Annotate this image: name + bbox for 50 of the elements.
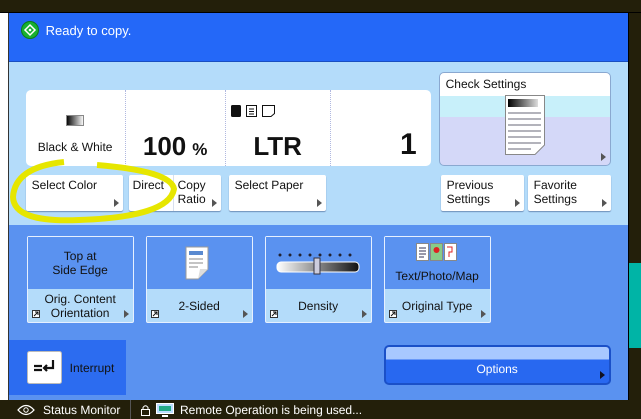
arrow-icon [602, 199, 607, 207]
options-button[interactable]: Options [384, 345, 611, 385]
lock-icon [141, 404, 150, 416]
copies-count: 1 [400, 128, 417, 162]
shortcut-settings-button[interactable]: Favorite Settings [528, 175, 611, 211]
arrow-icon [362, 310, 367, 318]
arrow-icon [212, 199, 217, 207]
status-monitor-button[interactable]: Status Monitor [8, 400, 131, 419]
arrow-icon [316, 199, 322, 207]
shortcut-icon [388, 310, 397, 318]
shortcut-icon [150, 310, 159, 318]
arrow-icon [114, 199, 119, 207]
interrupt-button[interactable]: Interrupt [8, 340, 126, 395]
status-bar-message: Remote Operation is being used... [180, 402, 362, 416]
shortcut-icon [32, 310, 40, 318]
arrow-icon [480, 310, 486, 318]
shortcut-settings-button[interactable]: Previous Settings [440, 175, 524, 211]
tile-value: Top at Side Edge [51, 249, 109, 277]
document-preview-icon [504, 95, 545, 155]
monitor-icon [156, 402, 174, 416]
function-tile[interactable]: Text/Photo/Map Original Type [384, 236, 491, 323]
tile-label: Density [297, 298, 340, 314]
color-mode-text: Black & White [38, 140, 112, 154]
tile-label: Original Type [400, 298, 474, 314]
grayscale-icon [66, 115, 84, 126]
tile-label: 2-Sided [177, 298, 221, 314]
copy-ratio-value: 100 [142, 131, 186, 162]
eye-icon [17, 404, 35, 416]
arrow-icon [242, 310, 248, 318]
setting-button[interactable]: Select Color [26, 175, 123, 211]
status-message: Ready to copy. [46, 23, 132, 38]
ready-status-icon [20, 21, 39, 39]
arrow-icon [514, 199, 520, 207]
direct-button[interactable]: Direct [128, 175, 173, 211]
percent-unit: % [192, 140, 208, 160]
shortcut-icon [270, 310, 278, 318]
arrow-icon [600, 371, 605, 379]
original-type-icons [416, 243, 458, 261]
arrow-icon [124, 310, 129, 318]
arrow-icon [600, 153, 606, 161]
function-tile[interactable]: Density [264, 236, 372, 323]
tile-value: Text/Photo/Map [395, 269, 479, 283]
copy-ratio-button[interactable]: Copy Ratio [174, 175, 221, 211]
setting-button[interactable]: Select Paper [228, 175, 326, 211]
function-tile[interactable]: Top at Side Edge Orig. Content Orientation [26, 236, 134, 323]
function-tile[interactable]: 2-Sided [146, 236, 253, 323]
interrupt-icon [26, 351, 62, 384]
tile-label: Orig. Content Orientation [43, 290, 117, 322]
paper-size-value: LTR [253, 131, 302, 162]
check-settings-button[interactable]: Check Settings [438, 72, 611, 166]
